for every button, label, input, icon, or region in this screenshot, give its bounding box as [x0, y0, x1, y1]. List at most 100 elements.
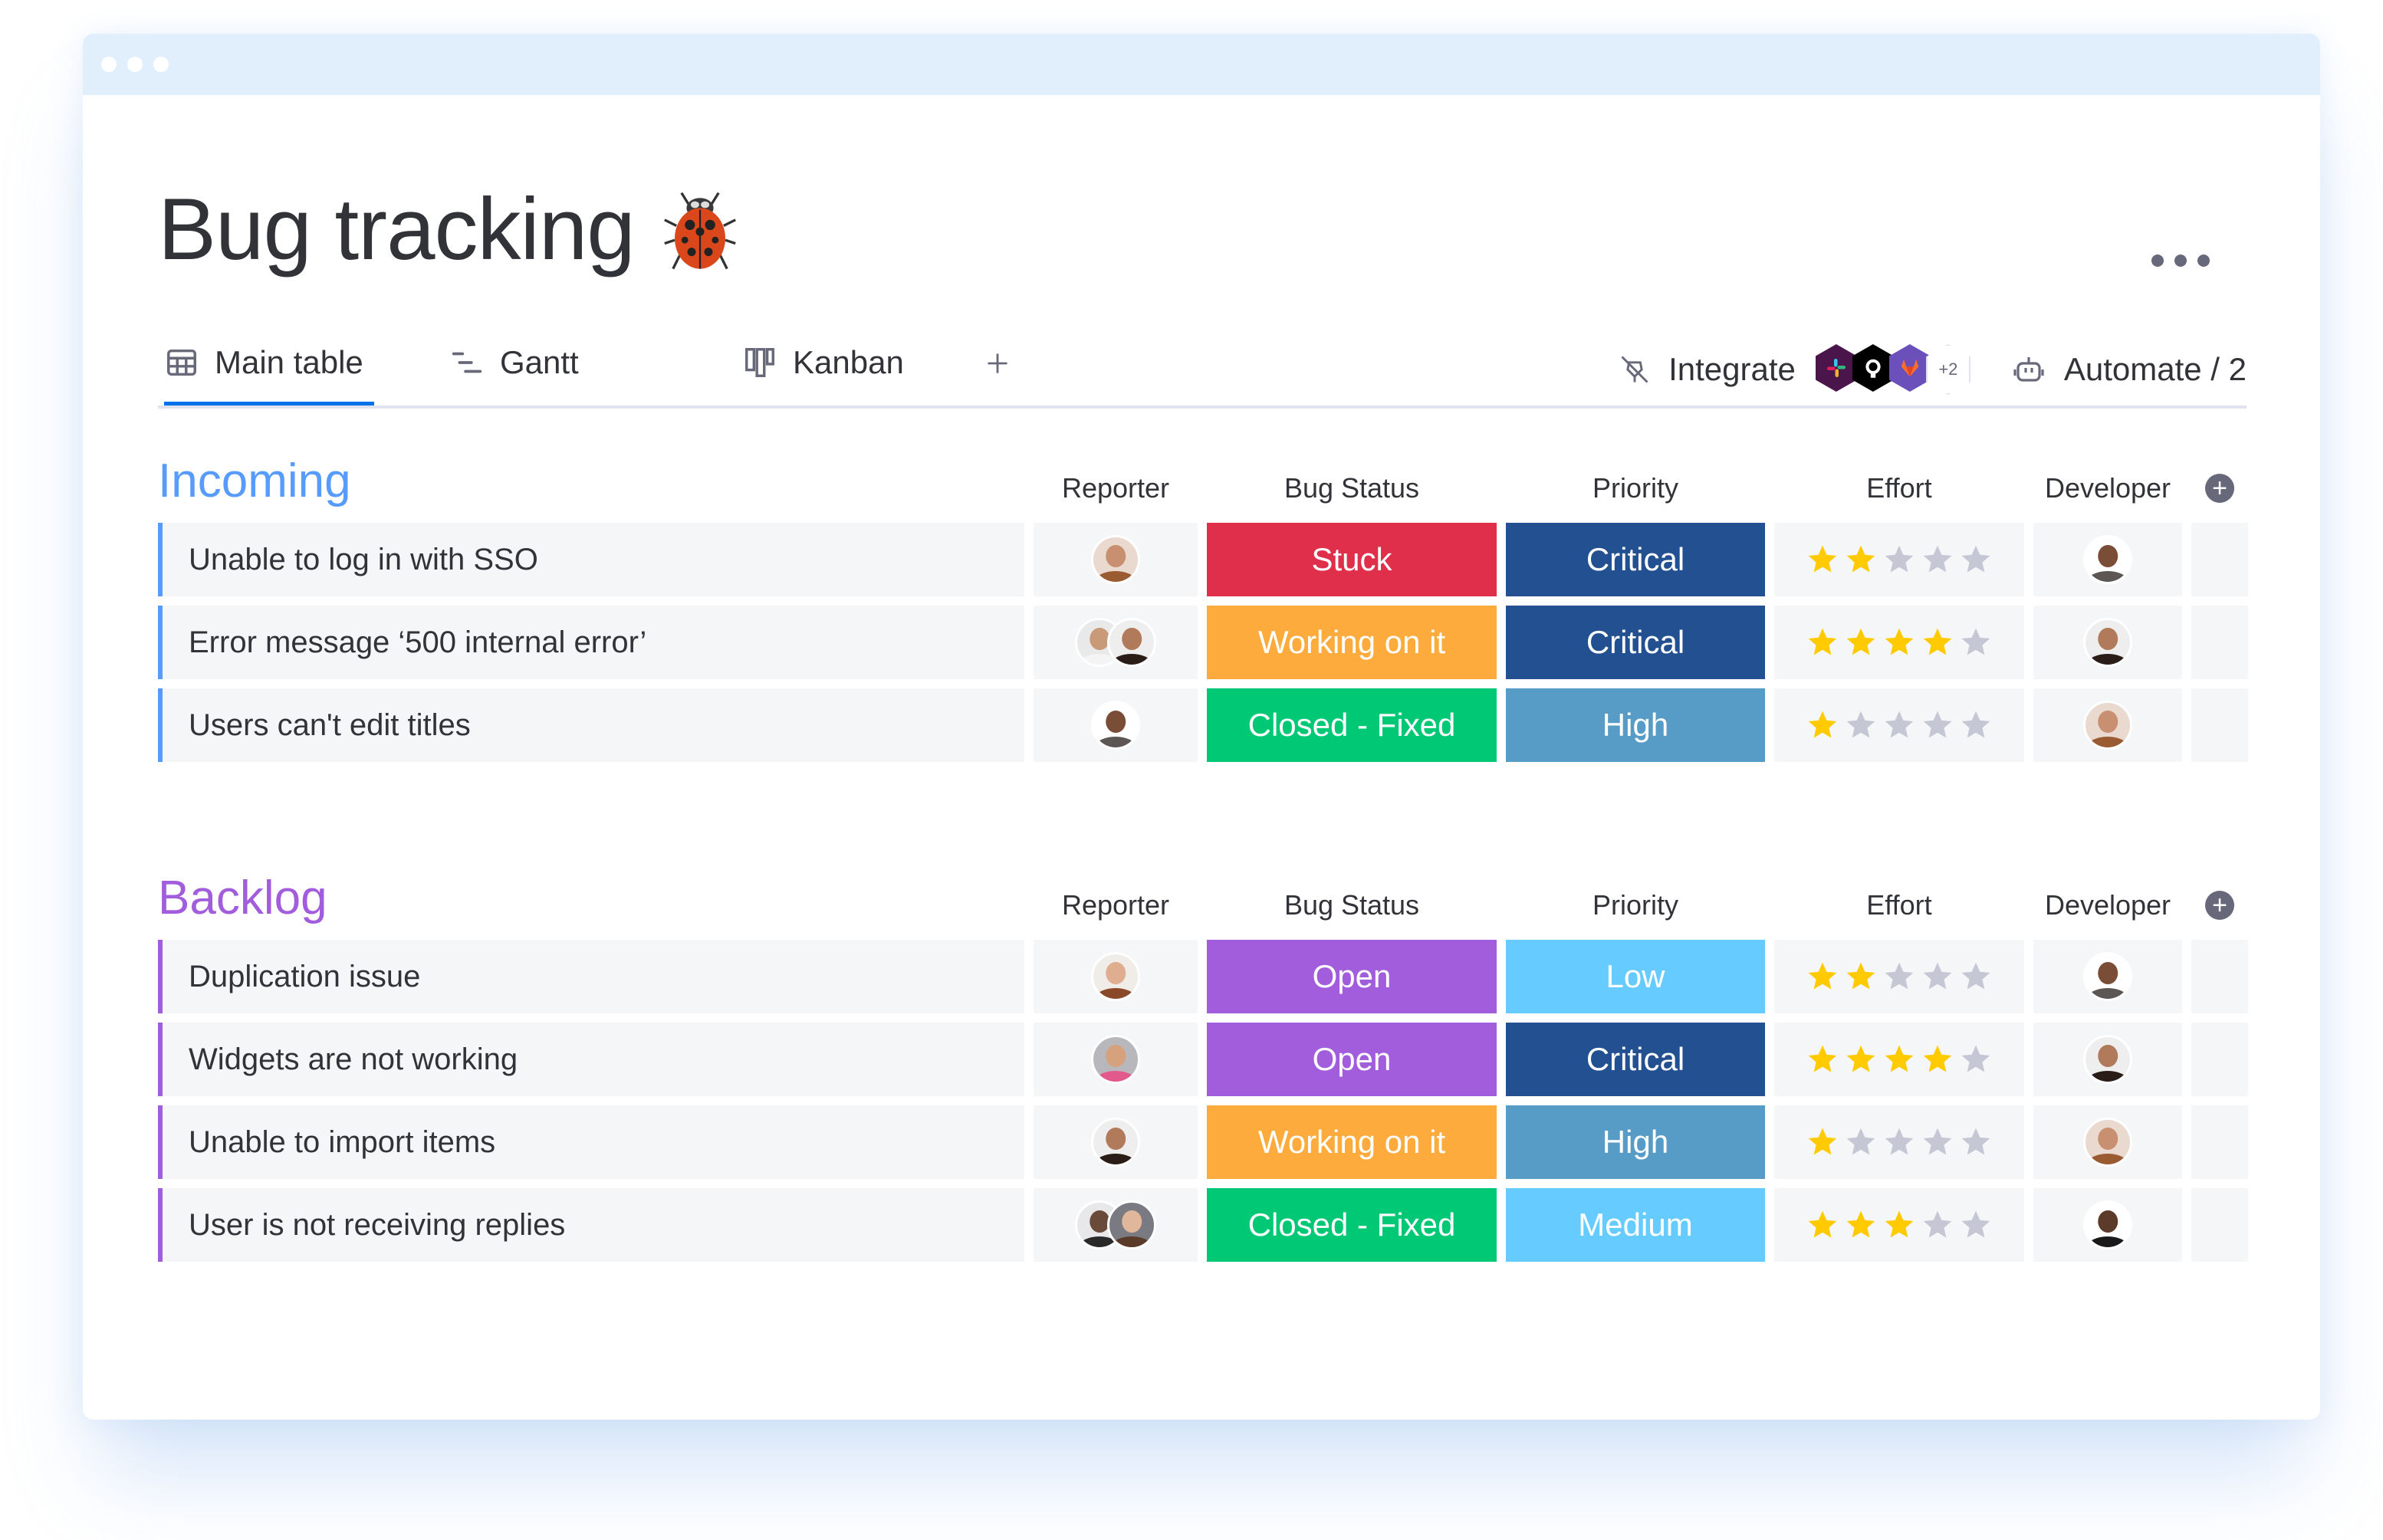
item-name-cell[interactable]: Unable to log in with SSO: [158, 523, 1024, 596]
star-empty-icon[interactable]: [1959, 960, 1993, 993]
star-empty-icon[interactable]: [1921, 1125, 1954, 1159]
avatar[interactable]: [1091, 701, 1140, 750]
star-empty-icon[interactable]: [1844, 708, 1878, 742]
developer-cell[interactable]: [2033, 523, 2182, 596]
developer-cell[interactable]: [2033, 688, 2182, 762]
status-badge[interactable]: Open: [1207, 1023, 1497, 1096]
priority-badge[interactable]: Low: [1506, 940, 1765, 1013]
column-header-bug-status[interactable]: Bug Status: [1207, 472, 1497, 504]
priority-badge[interactable]: High: [1506, 688, 1765, 762]
star-filled-icon[interactable]: [1806, 626, 1839, 659]
reporter-cell[interactable]: [1034, 606, 1198, 679]
board-title[interactable]: Bug tracking: [158, 179, 636, 280]
star-filled-icon[interactable]: [1882, 626, 1916, 659]
item-name-cell[interactable]: Users can't edit titles: [158, 688, 1024, 762]
star-filled-icon[interactable]: [1844, 626, 1878, 659]
item-name-cell[interactable]: Unable to import items: [158, 1105, 1024, 1179]
avatar[interactable]: [1107, 1200, 1156, 1249]
window-dot-maximize[interactable]: [153, 57, 169, 72]
window-dot-close[interactable]: [101, 57, 117, 72]
star-empty-icon[interactable]: [1959, 708, 1993, 742]
star-filled-icon[interactable]: [1921, 1043, 1954, 1076]
more-integrations-badge[interactable]: +2: [1925, 344, 1970, 395]
star-empty-icon[interactable]: [1959, 1125, 1993, 1159]
effort-rating[interactable]: [1774, 1023, 2024, 1096]
gitlab-icon[interactable]: [1888, 344, 1931, 392]
item-name-cell[interactable]: User is not receiving replies: [158, 1188, 1024, 1262]
avatar[interactable]: [2083, 1118, 2132, 1167]
reporter-cell[interactable]: [1034, 1023, 1198, 1096]
column-header-priority[interactable]: Priority: [1506, 889, 1765, 921]
group-title[interactable]: Incoming: [158, 454, 351, 508]
star-empty-icon[interactable]: [1882, 1125, 1916, 1159]
star-filled-icon[interactable]: [1921, 626, 1954, 659]
avatar[interactable]: [1091, 1118, 1140, 1167]
status-badge[interactable]: Working on it: [1207, 606, 1497, 679]
priority-badge[interactable]: Medium: [1506, 1188, 1765, 1262]
star-empty-icon[interactable]: [1844, 1125, 1878, 1159]
star-filled-icon[interactable]: [1882, 1208, 1916, 1242]
reporter-cell[interactable]: [1034, 688, 1198, 762]
star-filled-icon[interactable]: [1806, 960, 1839, 993]
avatar[interactable]: [1091, 1035, 1140, 1084]
effort-rating[interactable]: [1774, 1105, 2024, 1179]
star-empty-icon[interactable]: [1921, 1208, 1954, 1242]
column-header-developer[interactable]: Developer: [2033, 889, 2182, 921]
integrate-button[interactable]: Integrate +2: [1618, 344, 1970, 395]
item-name-cell[interactable]: Duplication issue: [158, 940, 1024, 1013]
slack-icon[interactable]: [1815, 344, 1857, 392]
item-name-cell[interactable]: Error message ‘500 internal error’: [158, 606, 1024, 679]
star-filled-icon[interactable]: [1844, 1208, 1878, 1242]
star-empty-icon[interactable]: [1959, 1043, 1993, 1076]
automate-button[interactable]: Automate / 2: [2010, 351, 2247, 388]
status-badge[interactable]: Stuck: [1207, 523, 1497, 596]
star-filled-icon[interactable]: [1882, 1043, 1916, 1076]
status-badge[interactable]: Closed - Fixed: [1207, 1188, 1497, 1262]
group-title[interactable]: Backlog: [158, 871, 327, 925]
developer-cell[interactable]: [2033, 1023, 2182, 1096]
avatar[interactable]: [2083, 1035, 2132, 1084]
star-empty-icon[interactable]: [1921, 960, 1954, 993]
item-name-cell[interactable]: Widgets are not working: [158, 1023, 1024, 1096]
add-column-button[interactable]: +: [2205, 891, 2234, 920]
column-header-reporter[interactable]: Reporter: [1034, 889, 1198, 921]
tab-kanban[interactable]: Kanban: [742, 344, 904, 381]
star-empty-icon[interactable]: [1921, 708, 1954, 742]
star-empty-icon[interactable]: [1959, 626, 1993, 659]
tab-gantt[interactable]: Gantt: [449, 344, 579, 381]
column-header-effort[interactable]: Effort: [1774, 889, 2024, 921]
effort-rating[interactable]: [1774, 940, 2024, 1013]
add-view-button[interactable]: [984, 350, 1011, 376]
status-badge[interactable]: Open: [1207, 940, 1497, 1013]
avatar[interactable]: [2083, 618, 2132, 667]
avatar[interactable]: [1091, 535, 1140, 584]
avatar[interactable]: [2083, 701, 2132, 750]
window-dot-minimize[interactable]: [127, 57, 143, 72]
star-filled-icon[interactable]: [1844, 543, 1878, 576]
star-filled-icon[interactable]: [1806, 543, 1839, 576]
reporter-cell[interactable]: [1034, 523, 1198, 596]
star-filled-icon[interactable]: [1806, 708, 1839, 742]
avatar[interactable]: [1107, 618, 1156, 667]
column-header-bug-status[interactable]: Bug Status: [1207, 889, 1497, 921]
avatar[interactable]: [1091, 952, 1140, 1001]
developer-cell[interactable]: [2033, 1188, 2182, 1262]
star-empty-icon[interactable]: [1959, 1208, 1993, 1242]
reporter-cell[interactable]: [1034, 1188, 1198, 1262]
star-empty-icon[interactable]: [1959, 543, 1993, 576]
effort-rating[interactable]: [1774, 606, 2024, 679]
column-header-reporter[interactable]: Reporter: [1034, 472, 1198, 504]
avatar[interactable]: [2083, 535, 2132, 584]
avatar[interactable]: [2083, 952, 2132, 1001]
effort-rating[interactable]: [1774, 688, 2024, 762]
avatar[interactable]: [2083, 1200, 2132, 1249]
column-header-priority[interactable]: Priority: [1506, 472, 1765, 504]
star-empty-icon[interactable]: [1882, 708, 1916, 742]
column-header-developer[interactable]: Developer: [2033, 472, 2182, 504]
star-filled-icon[interactable]: [1806, 1208, 1839, 1242]
star-filled-icon[interactable]: [1844, 1043, 1878, 1076]
developer-cell[interactable]: [2033, 940, 2182, 1013]
priority-badge[interactable]: Critical: [1506, 606, 1765, 679]
status-badge[interactable]: Closed - Fixed: [1207, 688, 1497, 762]
add-column-button[interactable]: +: [2205, 474, 2234, 503]
